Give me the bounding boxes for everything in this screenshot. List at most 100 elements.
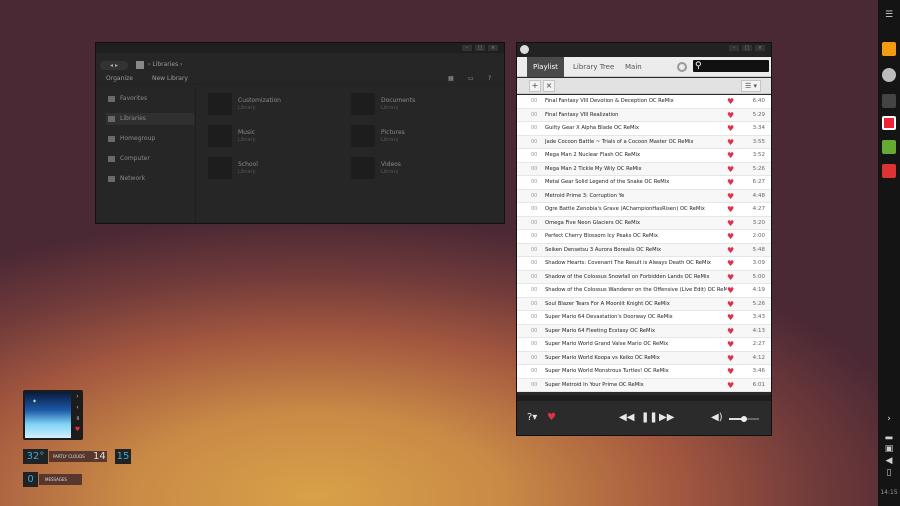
love-icon[interactable]: ♥: [547, 412, 556, 424]
heart-icon[interactable]: ♥: [73, 425, 82, 434]
maximize-button[interactable]: □: [742, 45, 752, 51]
library-item[interactable]: Documents Library: [351, 93, 491, 123]
app-icon[interactable]: [882, 94, 896, 108]
previous-icon[interactable]: ◀◀: [619, 412, 634, 424]
heart-icon[interactable]: ♥: [727, 190, 734, 203]
sidebar-item-libraries[interactable]: Libraries: [106, 113, 194, 125]
track-row[interactable]: 00 Perfect Cherry Blossom Icy Peaks OC Re…: [517, 230, 771, 244]
signal-icon[interactable]: ▂: [883, 430, 895, 440]
menu-icon[interactable]: ☰: [883, 10, 895, 20]
heart-icon[interactable]: ♥: [727, 217, 734, 230]
track-row[interactable]: 00 Mega Man 2 Nuclear Flash OC ReMix ♥ 3:52: [517, 149, 771, 163]
arrow-icon[interactable]: ›: [883, 414, 895, 424]
minimize-button[interactable]: –: [729, 45, 739, 51]
new-library-button[interactable]: New Library: [152, 75, 188, 82]
library-item[interactable]: Pictures Library: [351, 125, 491, 155]
volume-knob[interactable]: [741, 416, 747, 422]
tab-main[interactable]: Main: [619, 57, 648, 77]
volume-icon[interactable]: ◀: [883, 456, 895, 466]
track-row[interactable]: 00 Shadow of the Colossus Wanderer on the…: [517, 284, 771, 298]
next-icon[interactable]: ›: [73, 392, 82, 401]
heart-icon[interactable]: ♥: [727, 379, 734, 392]
heart-icon[interactable]: ♥: [727, 95, 734, 108]
next-icon[interactable]: ▶▶: [659, 412, 674, 424]
library-item[interactable]: Videos Library: [351, 157, 491, 187]
preview-icon[interactable]: ▭: [468, 75, 474, 82]
track-row[interactable]: 00 Shadow Hearts: Covenant The Result is …: [517, 257, 771, 271]
breadcrumb[interactable]: › Libraries ›: [136, 59, 183, 71]
heart-icon[interactable]: ♥: [727, 352, 734, 365]
shuffle-help-icon[interactable]: ?▾: [527, 412, 537, 424]
heart-icon[interactable]: ♥: [727, 163, 734, 176]
add-button[interactable]: +: [529, 80, 541, 92]
close-button[interactable]: ×: [488, 45, 498, 51]
pause-icon[interactable]: ❚❚: [641, 412, 658, 424]
track-row[interactable]: 00 Ogre Battle Zenobia's Grave (AChampion…: [517, 203, 771, 217]
library-item[interactable]: Customization Library: [208, 93, 348, 123]
sidebar-item-homegroup[interactable]: Homegroup: [106, 133, 194, 145]
heart-icon[interactable]: ♥: [727, 257, 734, 270]
previous-icon[interactable]: ‹: [73, 403, 82, 412]
track-row[interactable]: 00 Metal Gear Solid Legend of the Snake O…: [517, 176, 771, 190]
tab-playlist[interactable]: Playlist: [527, 57, 564, 77]
heart-icon[interactable]: ♥: [727, 271, 734, 284]
volume-slider[interactable]: [729, 416, 759, 422]
track-row[interactable]: 00 Seiken Densetsu 3 Aurora Borealis OC R…: [517, 243, 771, 257]
track-row[interactable]: 00 Shadow of the Colossus Snowfall on For…: [517, 270, 771, 284]
back-forward-buttons[interactable]: ◂ ▸: [100, 61, 128, 70]
heart-icon[interactable]: ♥: [727, 311, 734, 324]
search-input[interactable]: [707, 61, 767, 71]
red-app-icon[interactable]: [882, 164, 896, 178]
track-row[interactable]: 00 Final Fantasy VIII Devotion & Deceptio…: [517, 95, 771, 109]
volume-icon[interactable]: ◀): [711, 412, 723, 424]
track-row[interactable]: 00 Guilty Gear X Alpha Blade OC ReMix ♥ 3:3…: [517, 122, 771, 136]
pause-icon[interactable]: ॥: [73, 414, 82, 423]
explorer-titlebar[interactable]: – □ ×: [96, 43, 504, 53]
help-icon[interactable]: ?: [488, 75, 491, 82]
track-row[interactable]: 00 Super Mario 64 Fleeting Ecstasy OC ReM…: [517, 324, 771, 338]
media-app-icon[interactable]: [882, 116, 896, 130]
cloud-app-icon[interactable]: [882, 68, 896, 82]
heart-icon[interactable]: ♥: [727, 365, 734, 378]
heart-icon[interactable]: ♥: [727, 298, 734, 311]
library-item[interactable]: Music Library: [208, 125, 348, 155]
battery-icon[interactable]: ▯: [883, 468, 895, 478]
track-row[interactable]: 00 Jade Cocoon Battle ~ Trials of a Cocoo…: [517, 135, 771, 149]
address-bar[interactable]: ◂ ▸ › Libraries ›: [96, 57, 504, 71]
sidebar-item-computer[interactable]: Computer: [106, 153, 194, 165]
track-row[interactable]: 00 Metroid Prime 3: Corruption Ye ♥ 4:48: [517, 189, 771, 203]
library-item[interactable]: School Library: [208, 157, 348, 187]
track-row[interactable]: 00 Super Mario 64 Devastation's Doorway O…: [517, 311, 771, 325]
sidebar-item-favorites[interactable]: Favorites: [106, 93, 194, 105]
heart-icon[interactable]: ♥: [727, 122, 734, 135]
folder-app-icon[interactable]: [882, 42, 896, 56]
player-titlebar[interactable]: – □ ×: [517, 43, 771, 57]
tab-library-tree[interactable]: Library Tree: [567, 57, 620, 77]
maximize-button[interactable]: □: [475, 45, 485, 51]
track-row[interactable]: 00 Soul Blazer Tears For A Moonlit Knight…: [517, 297, 771, 311]
organize-button[interactable]: Organize: [106, 75, 133, 82]
remove-button[interactable]: ×: [543, 80, 555, 92]
heart-icon[interactable]: ♥: [727, 230, 734, 243]
track-row[interactable]: 00 Super Mario World Koopa vs Keiko OC Re…: [517, 351, 771, 365]
heart-icon[interactable]: ♥: [727, 338, 734, 351]
search-box[interactable]: ⚲: [693, 60, 769, 72]
heart-icon[interactable]: ♥: [727, 244, 734, 257]
heart-icon[interactable]: ♥: [727, 109, 734, 122]
heart-icon[interactable]: ♥: [727, 325, 734, 338]
minimize-button[interactable]: –: [462, 45, 472, 51]
view-icon[interactable]: ▦: [448, 75, 454, 82]
heart-icon[interactable]: ♥: [727, 284, 734, 297]
heart-icon[interactable]: ♥: [727, 149, 734, 162]
sidebar-item-network[interactable]: Network: [106, 173, 194, 185]
close-button[interactable]: ×: [755, 45, 765, 51]
track-row[interactable]: 00 Final Fantasy VIII Realization ♥ 5:29: [517, 108, 771, 122]
track-row[interactable]: 00 Super Mario World Monstrous Turtles! O…: [517, 365, 771, 379]
list-menu-button[interactable]: ☰ ▾: [741, 80, 761, 92]
track-row[interactable]: 00 Mega Man 2 Tickle My Wily OC ReMix ♥ 5:2…: [517, 162, 771, 176]
heart-icon[interactable]: ♥: [727, 136, 734, 149]
track-row[interactable]: 00 Super Metroid In Your Prime OC ReMix ♥ 6…: [517, 378, 771, 392]
heart-icon[interactable]: ♥: [727, 176, 734, 189]
green-app-icon[interactable]: [882, 140, 896, 154]
heart-icon[interactable]: ♥: [727, 203, 734, 216]
